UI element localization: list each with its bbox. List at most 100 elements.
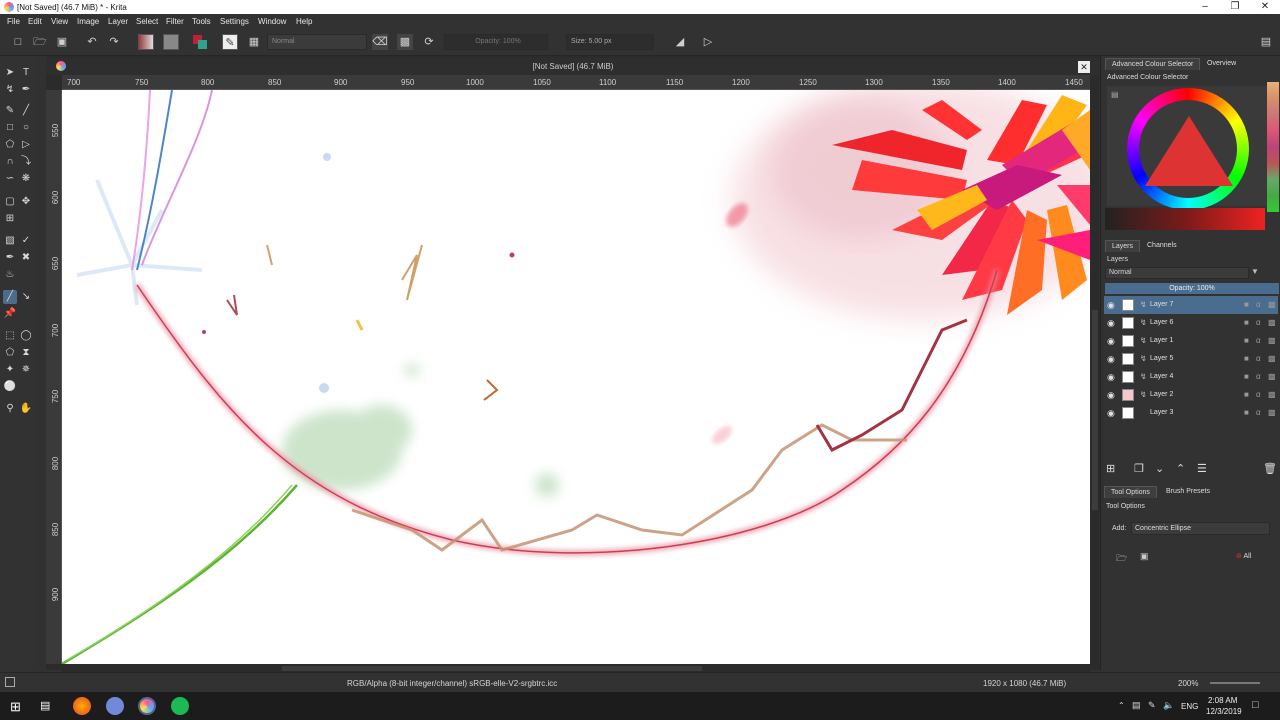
reference-image-icon[interactable]: 📌 bbox=[3, 307, 17, 321]
line-tool-icon[interactable]: ╱ bbox=[19, 104, 33, 118]
alpha-lock-icon[interactable]: α bbox=[1256, 296, 1261, 314]
layer-name[interactable]: Layer 7 bbox=[1150, 296, 1173, 314]
alpha-lock-icon[interactable]: α bbox=[1256, 368, 1261, 386]
tray-up-arrow-icon[interactable]: ⌃ bbox=[1118, 701, 1125, 710]
layer-name[interactable]: Layer 3 bbox=[1150, 404, 1173, 422]
contiguous-select-icon[interactable]: ✦ bbox=[3, 363, 17, 377]
menu-edit[interactable]: Edit bbox=[28, 17, 42, 26]
menu-help[interactable]: Help bbox=[296, 17, 312, 26]
clock-time[interactable]: 2:08 AM bbox=[1208, 696, 1237, 705]
alpha-lock-icon[interactable]: α bbox=[1256, 332, 1261, 350]
layer-row[interactable]: ◉ ↯ Layer 4 ■ α ▩ bbox=[1104, 368, 1278, 386]
menu-view[interactable]: View bbox=[51, 17, 68, 26]
vertical-ruler[interactable]: 550 600 650 700 750 800 850 900 bbox=[46, 90, 62, 664]
document-tab[interactable]: [Not Saved] (46.7 MiB) ✕ bbox=[46, 58, 1100, 75]
zoom-slider[interactable] bbox=[1210, 682, 1260, 684]
inherit-alpha-icon[interactable]: ▩ bbox=[1268, 368, 1276, 386]
discord-icon[interactable] bbox=[106, 697, 124, 715]
menu-image[interactable]: Image bbox=[77, 17, 99, 26]
tab-layers[interactable]: Layers bbox=[1105, 240, 1141, 252]
inherit-alpha-icon[interactable]: ▩ bbox=[1268, 332, 1276, 350]
clear-all-button[interactable]: ⊘ All bbox=[1236, 552, 1251, 560]
drawing-canvas[interactable] bbox=[62, 90, 1090, 664]
layer-row[interactable]: ◉ ↯ Layer 7 ■ α ▩ bbox=[1104, 296, 1278, 314]
alpha-lock-icon[interactable]: α bbox=[1256, 404, 1261, 422]
eraser-mode-icon[interactable]: ⌫ bbox=[372, 34, 388, 50]
smart-patch-icon[interactable]: ✖ bbox=[19, 251, 33, 265]
freehand-brush-icon[interactable]: ✎ bbox=[3, 104, 17, 118]
horizontal-scrollbar[interactable] bbox=[62, 664, 1090, 672]
size-slider[interactable]: Size: 5.00 px bbox=[566, 34, 654, 50]
text-tool-icon[interactable]: T bbox=[19, 66, 33, 80]
pen-icon[interactable]: ✎ bbox=[1148, 700, 1156, 711]
transform-tool-icon[interactable]: ⊞ bbox=[3, 212, 17, 226]
preserve-alpha-icon[interactable]: ▩ bbox=[397, 34, 413, 50]
layer-name[interactable]: Layer 1 bbox=[1150, 332, 1173, 350]
color-settings-icon[interactable]: ▤ bbox=[1111, 90, 1119, 99]
layer-name[interactable]: Layer 2 bbox=[1150, 386, 1173, 404]
blend-mode-select[interactable]: Normal bbox=[267, 34, 367, 50]
duplicate-layer-icon[interactable]: ❐ bbox=[1134, 462, 1144, 475]
inherit-alpha-icon[interactable]: ▩ bbox=[1268, 296, 1276, 314]
visibility-eye-icon[interactable]: ◉ bbox=[1107, 404, 1115, 422]
clock-date[interactable]: 12/3/2019 bbox=[1206, 707, 1242, 716]
layer-name[interactable]: Layer 5 bbox=[1150, 350, 1173, 368]
opacity-slider[interactable]: Opacity: 100% bbox=[444, 34, 548, 50]
add-layer-icon[interactable]: ⊞ bbox=[1106, 462, 1115, 475]
visibility-eye-icon[interactable]: ◉ bbox=[1107, 368, 1115, 386]
volume-icon[interactable]: 🔈 bbox=[1163, 700, 1174, 711]
filter-icon[interactable]: ▼ bbox=[1251, 267, 1259, 276]
lock-icon[interactable]: ■ bbox=[1244, 296, 1249, 314]
gradient-swatch[interactable] bbox=[138, 34, 154, 50]
selection-status-icon[interactable] bbox=[5, 677, 15, 687]
freehand-path-icon[interactable]: ⤵ bbox=[19, 155, 33, 169]
inherit-alpha-icon[interactable]: ▩ bbox=[1268, 404, 1276, 422]
lock-icon[interactable]: ■ bbox=[1244, 404, 1249, 422]
visibility-eye-icon[interactable]: ◉ bbox=[1107, 314, 1115, 332]
dynamic-brush-icon[interactable]: ∽ bbox=[3, 172, 17, 186]
color-picker-icon[interactable]: ✓ bbox=[19, 234, 33, 248]
select-shapes-icon[interactable]: ➤ bbox=[3, 66, 17, 80]
windows-start-icon[interactable]: ⊞ bbox=[10, 699, 21, 715]
reload-preset-icon[interactable]: ⟳ bbox=[421, 34, 437, 50]
rectangle-tool-icon[interactable]: □ bbox=[3, 121, 17, 135]
delete-layer-icon[interactable]: 🗑 bbox=[1263, 462, 1277, 475]
new-document-icon[interactable]: □ bbox=[10, 34, 26, 50]
crop-tool-icon[interactable]: ▢ bbox=[3, 195, 17, 209]
layer-row[interactable]: ◉ Layer 3 ■ α ▩ bbox=[1104, 404, 1278, 422]
visibility-eye-icon[interactable]: ◉ bbox=[1107, 296, 1115, 314]
move-tool-icon[interactable]: ✥ bbox=[19, 195, 33, 209]
ellipse-tool-icon[interactable]: ○ bbox=[19, 121, 33, 135]
menu-layer[interactable]: Layer bbox=[108, 17, 128, 26]
hue-ring[interactable] bbox=[1127, 88, 1249, 210]
workspace-icon[interactable]: ▤ bbox=[1258, 34, 1274, 50]
krita-taskbar-icon[interactable] bbox=[138, 697, 156, 715]
polygon-tool-icon[interactable]: ⬠ bbox=[3, 138, 17, 152]
menu-settings[interactable]: Settings bbox=[220, 17, 249, 26]
undo-icon[interactable]: ↶ bbox=[84, 34, 100, 50]
lock-icon[interactable]: ■ bbox=[1244, 350, 1249, 368]
mirror-vertical-icon[interactable]: ▷ bbox=[700, 34, 716, 50]
layer-name[interactable]: Layer 6 bbox=[1150, 314, 1173, 332]
inherit-alpha-icon[interactable]: ▩ bbox=[1268, 350, 1276, 368]
visibility-eye-icon[interactable]: ◉ bbox=[1107, 386, 1115, 404]
open-document-icon[interactable]: 🗁 bbox=[32, 34, 48, 50]
menu-file[interactable]: File bbox=[7, 17, 20, 26]
measure-tool-icon[interactable]: ↘ bbox=[19, 290, 33, 304]
redo-icon[interactable]: ↷ bbox=[106, 34, 122, 50]
layer-name[interactable]: Layer 4 bbox=[1150, 368, 1173, 386]
notifications-icon[interactable]: □ bbox=[1252, 699, 1259, 711]
bezier-select-icon[interactable]: ⚪ bbox=[3, 380, 17, 394]
layer-properties-icon[interactable]: ☰ bbox=[1197, 462, 1207, 475]
polygon-select-icon[interactable]: ⬠ bbox=[3, 346, 17, 360]
close-icon[interactable]: ✕ bbox=[1250, 0, 1280, 14]
gradient-tool-icon[interactable]: ▧ bbox=[3, 234, 17, 248]
lock-icon[interactable]: ■ bbox=[1244, 368, 1249, 386]
layer-row[interactable]: ◉ ↯ Layer 2 ■ α ▩ bbox=[1104, 386, 1278, 404]
pattern-swatch[interactable] bbox=[163, 34, 179, 50]
pan-tool-icon[interactable]: ✋ bbox=[19, 402, 33, 416]
horizontal-ruler[interactable]: 700 750 800 850 900 950 1000 1050 1100 1… bbox=[62, 75, 1090, 90]
alpha-lock-icon[interactable]: α bbox=[1256, 350, 1261, 368]
task-view-icon[interactable]: ▤ bbox=[40, 699, 50, 712]
zoom-level[interactable]: 200% bbox=[1178, 679, 1198, 688]
